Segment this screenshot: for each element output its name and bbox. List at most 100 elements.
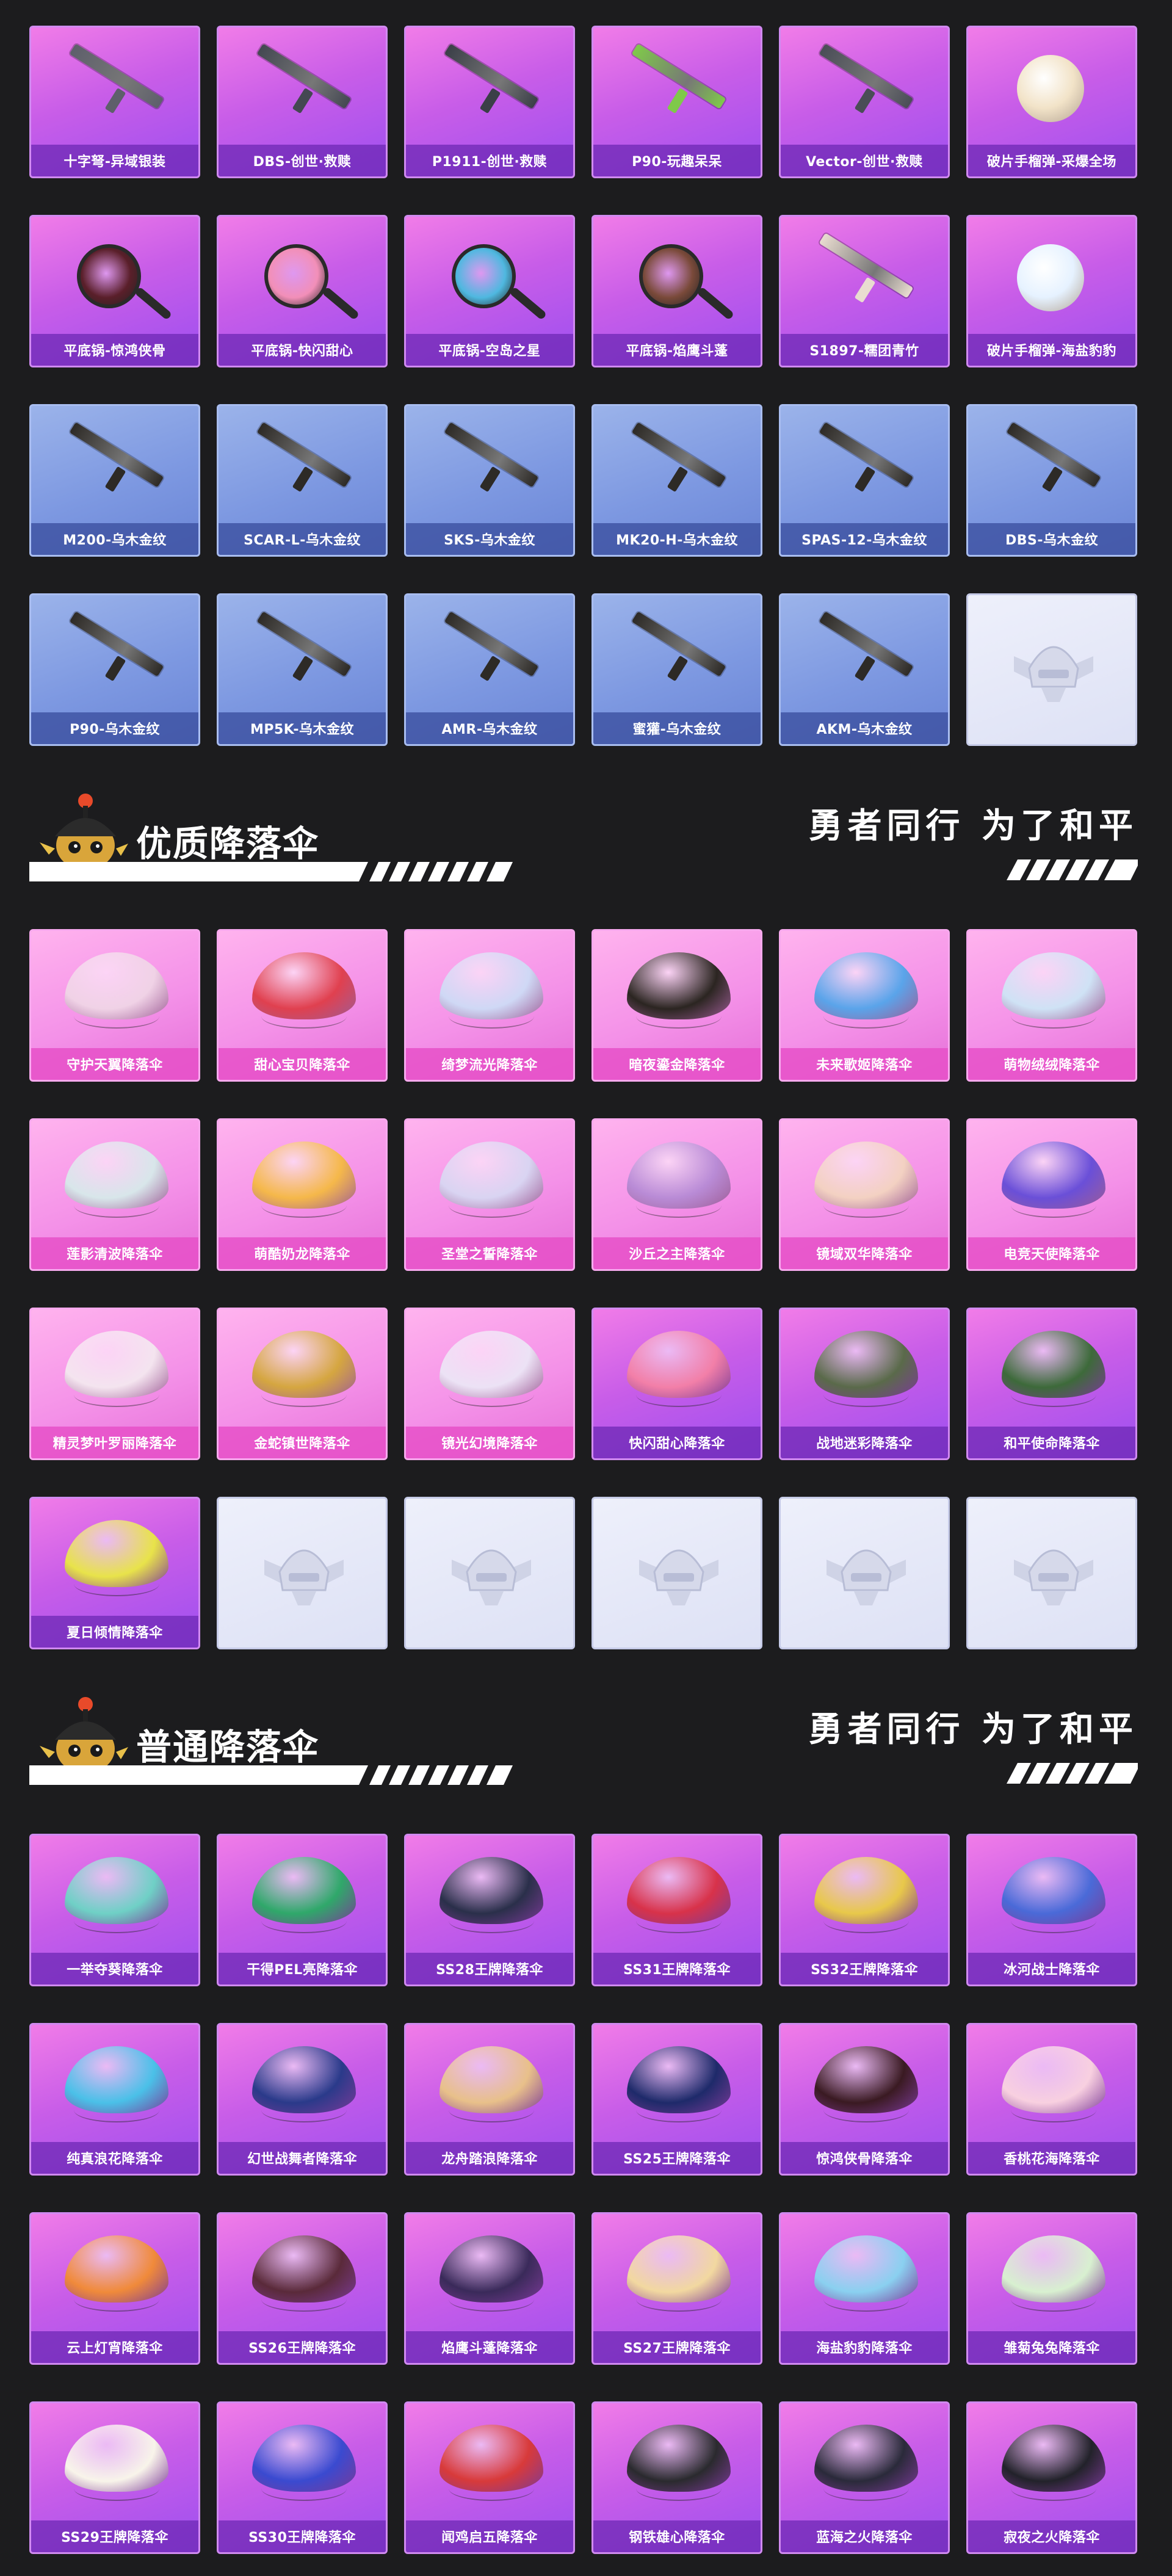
item-card[interactable]: SS26王牌降落伞 (217, 2212, 388, 2365)
assault-rifle-icon (219, 406, 386, 525)
item-card[interactable]: P1911-创世·救赎 (404, 26, 575, 178)
item-name-label: 甜心宝贝降落伞 (219, 1048, 386, 1080)
marksman-rifle-icon (406, 406, 573, 525)
item-card[interactable]: 镜光幻境降落伞 (404, 1308, 575, 1460)
item-name-label: 闻鸡启五降落伞 (406, 2520, 573, 2552)
item-card[interactable]: 干得PEL亮降落伞 (217, 1834, 388, 1986)
sniper-rifle-icon (31, 406, 198, 525)
parachute-icon (968, 931, 1135, 1050)
item-card[interactable]: 破片手榴弹-海盐豹豹 (966, 215, 1137, 367)
item-name-label: 平底锅-焰鹰斗蓬 (593, 334, 761, 366)
item-card[interactable]: 云上灯宵降落伞 (29, 2212, 200, 2365)
item-card[interactable]: AKM-乌木金纹 (779, 593, 950, 746)
item-card[interactable]: SS28王牌降落伞 (404, 1834, 575, 1986)
item-card[interactable]: 十字弩-异域银装 (29, 26, 200, 178)
item-card[interactable]: SS27王牌降落伞 (591, 2212, 762, 2365)
item-card[interactable]: 精灵梦叶罗丽降落伞 (29, 1308, 200, 1460)
smg-icon (219, 595, 386, 714)
parachute-icon (406, 2025, 573, 2144)
item-card[interactable]: 冰河战士降落伞 (966, 1834, 1137, 1986)
item-name-label: SS25王牌降落伞 (593, 2142, 761, 2174)
item-card[interactable]: 平底锅-惊鸿侠骨 (29, 215, 200, 367)
item-card[interactable]: MK20-H-乌木金纹 (591, 404, 762, 557)
item-card[interactable]: 幻世战舞者降落伞 (217, 2023, 388, 2176)
item-card[interactable]: DBS-乌木金纹 (966, 404, 1137, 557)
item-card[interactable]: SS25王牌降落伞 (591, 2023, 762, 2176)
item-card[interactable]: SS29王牌降落伞 (29, 2401, 200, 2554)
item-card[interactable]: 镜域双华降落伞 (779, 1118, 950, 1271)
item-card[interactable]: 电竞天使降落伞 (966, 1118, 1137, 1271)
item-name-label: 钢铁雄心降落伞 (593, 2520, 761, 2552)
item-card[interactable]: 萌物绒绒降落伞 (966, 929, 1137, 1082)
assault-rifle-icon (593, 595, 761, 714)
item-card[interactable]: SS32王牌降落伞 (779, 1834, 950, 1986)
item-card[interactable]: 暗夜鎏金降落伞 (591, 929, 762, 1082)
item-card[interactable]: 平底锅-快闪甜心 (217, 215, 388, 367)
parachute-icon (219, 1120, 386, 1239)
item-card[interactable]: DBS-创世·救赎 (217, 26, 388, 178)
item-card[interactable]: 金蛇镇世降落伞 (217, 1308, 388, 1460)
item-card[interactable]: 纯真浪花降落伞 (29, 2023, 200, 2176)
item-card[interactable]: SKS-乌木金纹 (404, 404, 575, 557)
item-card[interactable]: 战地迷彩降落伞 (779, 1308, 950, 1460)
item-card[interactable]: 守护天翼降落伞 (29, 929, 200, 1082)
parachute-icon (219, 2214, 386, 2333)
item-card[interactable]: 龙舟踏浪降落伞 (404, 2023, 575, 2176)
item-card[interactable]: 钢铁雄心降落伞 (591, 2401, 762, 2554)
item-card[interactable]: 莲影清波降落伞 (29, 1118, 200, 1271)
item-card[interactable]: 平底锅-焰鹰斗蓬 (591, 215, 762, 367)
item-card[interactable]: 甜心宝贝降落伞 (217, 929, 388, 1082)
item-card[interactable]: AMR-乌木金纹 (404, 593, 575, 746)
item-card[interactable]: 闻鸡启五降落伞 (404, 2401, 575, 2554)
item-card[interactable]: 雏菊兔兔降落伞 (966, 2212, 1137, 2365)
item-card[interactable]: P90-乌木金纹 (29, 593, 200, 746)
item-card[interactable]: 圣堂之誓降落伞 (404, 1118, 575, 1271)
item-name-label: 平底锅-快闪甜心 (219, 334, 386, 366)
item-name-label: 一举夺葵降落伞 (31, 1953, 198, 1984)
item-card[interactable]: 破片手榴弹-采爆全场 (966, 26, 1137, 178)
parachute-icon (781, 931, 948, 1050)
item-card[interactable]: 未来歌姬降落伞 (779, 929, 950, 1082)
item-card[interactable]: 焰鹰斗蓬降落伞 (404, 2212, 575, 2365)
item-card[interactable]: SPAS-12-乌木金纹 (779, 404, 950, 557)
slogan-stripes (1007, 859, 1138, 880)
item-card[interactable]: 蜜獾-乌木金纹 (591, 593, 762, 746)
title-underline-bar (29, 862, 513, 881)
parachute-icon (31, 1120, 198, 1239)
parachute-icon (406, 2403, 573, 2522)
smg-icon (593, 27, 761, 147)
item-card[interactable]: 和平使命降落伞 (966, 1308, 1137, 1460)
item-card[interactable]: S1897-糯团青竹 (779, 215, 950, 367)
item-card[interactable]: 平底锅-空岛之星 (404, 215, 575, 367)
item-card[interactable]: 萌酷奶龙降落伞 (217, 1118, 388, 1271)
item-name-label: 和平使命降落伞 (968, 1427, 1135, 1458)
item-card[interactable]: MP5K-乌木金纹 (217, 593, 388, 746)
item-name-label: 干得PEL亮降落伞 (219, 1953, 386, 1984)
shotgun-icon (219, 27, 386, 147)
item-card[interactable]: Vector-创世·救赎 (779, 26, 950, 178)
item-card[interactable]: 香桃花海降落伞 (966, 2023, 1137, 2176)
item-card[interactable]: 蓝海之火降落伞 (779, 2401, 950, 2554)
parachute-icon (31, 1309, 198, 1428)
item-card[interactable]: 沙丘之主降落伞 (591, 1118, 762, 1271)
item-card[interactable]: 寂夜之火降落伞 (966, 2401, 1137, 2554)
item-card[interactable]: M200-乌木金纹 (29, 404, 200, 557)
item-name-label: SS27王牌降落伞 (593, 2331, 761, 2363)
item-card[interactable]: 夏日倾情降落伞 (29, 1497, 200, 1649)
parachute-icon (31, 1499, 198, 1618)
item-card[interactable]: SS30王牌降落伞 (217, 2401, 388, 2554)
item-card[interactable]: 快闪甜心降落伞 (591, 1308, 762, 1460)
item-card[interactable]: SCAR-L-乌木金纹 (217, 404, 388, 557)
item-card[interactable]: 一举夺葵降落伞 (29, 1834, 200, 1986)
item-card[interactable]: SS31王牌降落伞 (591, 1834, 762, 1986)
grenade-icon (968, 217, 1135, 336)
item-card[interactable]: 惊鸿侠骨降落伞 (779, 2023, 950, 2176)
item-name-label: Vector-创世·救赎 (781, 145, 948, 176)
empty-slot-card (404, 1497, 575, 1649)
item-card[interactable]: 绮梦流光降落伞 (404, 929, 575, 1082)
item-name-label: P90-乌木金纹 (31, 712, 198, 744)
shotgun-icon (781, 406, 948, 525)
item-card[interactable]: 海盐豹豹降落伞 (779, 2212, 950, 2365)
parachute-icon (31, 1836, 198, 1955)
item-card[interactable]: P90-玩趣呆呆 (591, 26, 762, 178)
